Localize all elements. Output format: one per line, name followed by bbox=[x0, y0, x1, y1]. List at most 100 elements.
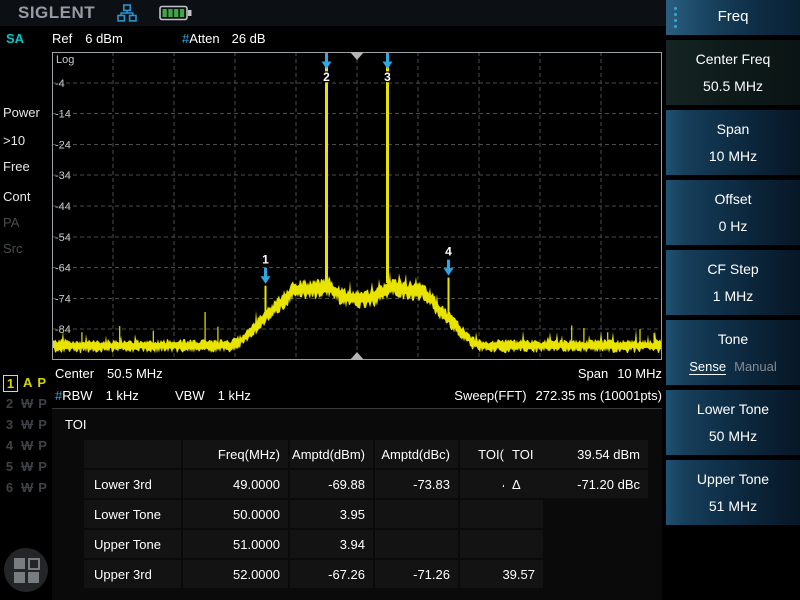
trace-item-3[interactable]: 3WP bbox=[3, 417, 47, 432]
marker-number-label: 4 bbox=[445, 245, 452, 259]
ref-label: Ref bbox=[52, 31, 72, 46]
toi-results-table: Freq(MHz)Amptd(dBm)Amptd(dBc)TOI(dBm)Low… bbox=[82, 438, 545, 590]
ref-value: 6 dBm bbox=[85, 31, 123, 46]
y-tick-label: -54 bbox=[55, 232, 71, 244]
trace-number: 2 bbox=[3, 396, 16, 411]
signal-peak bbox=[639, 329, 640, 344]
trace-item-1[interactable]: 1AP bbox=[3, 375, 46, 392]
atten-value: 26 dB bbox=[232, 31, 266, 46]
menu-button-label: Lower Tone bbox=[666, 401, 800, 417]
toi-cell bbox=[375, 530, 458, 558]
toi-column-header bbox=[84, 440, 181, 468]
freq-annotation-row: Center 50.5 MHz Span 10 MHz bbox=[52, 366, 662, 384]
trace-item-2[interactable]: 2WP bbox=[3, 396, 47, 411]
status-row: SA Ref 6 dBm # Atten 26 dB bbox=[0, 28, 666, 48]
touch-shortcut-button[interactable] bbox=[4, 548, 48, 592]
toi-summary-value: -71.20 dBc bbox=[540, 470, 648, 498]
marker-arrow-icon bbox=[322, 53, 332, 69]
menu-button-tone[interactable]: Tone Sense Manual bbox=[666, 320, 800, 385]
trace-type: A bbox=[23, 375, 32, 392]
amplitude-scale-label: Log bbox=[56, 54, 74, 66]
menu-button-span[interactable]: Span10 MHz bbox=[666, 110, 800, 175]
trace-type: W bbox=[21, 417, 33, 432]
toi-row-label: Lower Tone bbox=[84, 500, 181, 528]
rbw-label: RBW bbox=[62, 388, 92, 403]
menu-button-offset[interactable]: Offset 0 Hz bbox=[666, 180, 800, 245]
menu-button-label: Upper Tone bbox=[666, 471, 800, 487]
trace-type: W bbox=[21, 459, 33, 474]
span-label: Span bbox=[578, 366, 608, 381]
sidebar-status-free: Free bbox=[3, 159, 30, 174]
atten-readout: # Atten 26 dB bbox=[182, 31, 266, 46]
marker-arrow-icon bbox=[261, 268, 271, 284]
square-tile-icon bbox=[14, 558, 25, 569]
center-freq-top-indicator bbox=[350, 52, 364, 60]
sidebar-status-power: Power bbox=[3, 105, 40, 120]
toi-cell: 51.0000 bbox=[183, 530, 288, 558]
trace-state: P bbox=[38, 438, 47, 453]
menu-button-label: Tone bbox=[666, 331, 800, 347]
graticule bbox=[52, 52, 662, 360]
menu-button-label: Offset bbox=[666, 191, 800, 207]
signal-peak bbox=[386, 58, 389, 283]
toi-cell: -69.88 bbox=[290, 470, 373, 498]
rbw-value: 1 kHz bbox=[106, 388, 139, 403]
toi-summary-table: TOI39.54 dBmΔ-71.20 dBc bbox=[502, 438, 650, 500]
trace-type: W bbox=[21, 396, 33, 411]
sidebar-status-pa: PA bbox=[3, 215, 19, 230]
signal-peak bbox=[153, 331, 154, 347]
center-freq-label: Center bbox=[55, 366, 94, 381]
signal-peak bbox=[607, 332, 608, 343]
toi-cell: 39.57 bbox=[460, 560, 543, 588]
marker-3[interactable]: 3 bbox=[383, 53, 393, 84]
softkey-menu: Freq Center Freq50.5 MHzSpan10 MHzOffset… bbox=[666, 0, 800, 600]
y-tick-label: -74 bbox=[55, 293, 71, 305]
toi-cell: -73.83 bbox=[375, 470, 458, 498]
square-tile-icon bbox=[28, 572, 39, 583]
marker-2[interactable]: 2 bbox=[322, 53, 332, 84]
toi-cell: 50.0000 bbox=[183, 500, 288, 528]
y-tick-label: -64 bbox=[55, 263, 71, 275]
menu-button-upper-tone[interactable]: Upper Tone51 MHz bbox=[666, 460, 800, 525]
menu-option-manual[interactable]: Manual bbox=[734, 359, 777, 374]
center-freq-bottom-indicator bbox=[350, 352, 364, 360]
bw-annotation-row: #RBW 1 kHz VBW 1 kHz Sweep(FFT) 272.35 m… bbox=[52, 388, 662, 406]
toi-row-label: Upper Tone bbox=[84, 530, 181, 558]
marker-1[interactable]: 1 bbox=[261, 253, 271, 284]
marker-4[interactable]: 4 bbox=[444, 245, 454, 276]
ref-level-readout: Ref 6 dBm bbox=[52, 31, 123, 46]
toi-table-row: Upper Tone51.00003.94 bbox=[84, 530, 543, 558]
menu-button-center-freq[interactable]: Center Freq50.5 MHz bbox=[666, 40, 800, 105]
spectrum-display: -4-14-24-34-44-54-64-74-841234 Log bbox=[52, 52, 662, 360]
trace-state: P bbox=[37, 375, 46, 392]
toi-column-header: Amptd(dBm) bbox=[290, 440, 373, 468]
signal-peak bbox=[571, 326, 572, 346]
toi-cell: -67.26 bbox=[290, 560, 373, 588]
menu-header-freq[interactable]: Freq bbox=[666, 0, 800, 35]
trace-item-5[interactable]: 5WP bbox=[3, 459, 47, 474]
toi-summary-label: TOI bbox=[504, 440, 538, 468]
lan-network-icon bbox=[117, 3, 137, 23]
y-tick-label: -44 bbox=[55, 201, 71, 213]
siglent-logo: SIGLENT bbox=[18, 3, 95, 23]
vbw-label: VBW bbox=[175, 388, 205, 403]
top-bar: SIGLENT bbox=[0, 0, 666, 26]
marker-number-label: 2 bbox=[323, 70, 330, 84]
trace-item-4[interactable]: 4WP bbox=[3, 438, 47, 453]
menu-button-value: 0 Hz bbox=[666, 218, 800, 234]
signal-peak bbox=[81, 332, 82, 346]
trace-item-6[interactable]: 6WP bbox=[3, 480, 47, 495]
atten-coupled-hash: # bbox=[182, 31, 189, 46]
sweep-value: 272.35 ms (10001pts) bbox=[536, 388, 662, 403]
menu-button-cf-step[interactable]: CF Step1 MHz bbox=[666, 250, 800, 315]
toi-cell: 49.0000 bbox=[183, 470, 288, 498]
signal-peak bbox=[583, 328, 584, 345]
menu-button-options: Sense Manual bbox=[666, 359, 800, 374]
menu-button-lower-tone[interactable]: Lower Tone50 MHz bbox=[666, 390, 800, 455]
menu-option-sense[interactable]: Sense bbox=[689, 359, 726, 374]
signal-peak bbox=[325, 58, 328, 286]
trace-number: 4 bbox=[3, 438, 16, 453]
menu-button-label: Center Freq bbox=[666, 51, 800, 67]
trace-number: 1 bbox=[3, 375, 18, 392]
toi-summary-label: Δ bbox=[504, 470, 538, 498]
